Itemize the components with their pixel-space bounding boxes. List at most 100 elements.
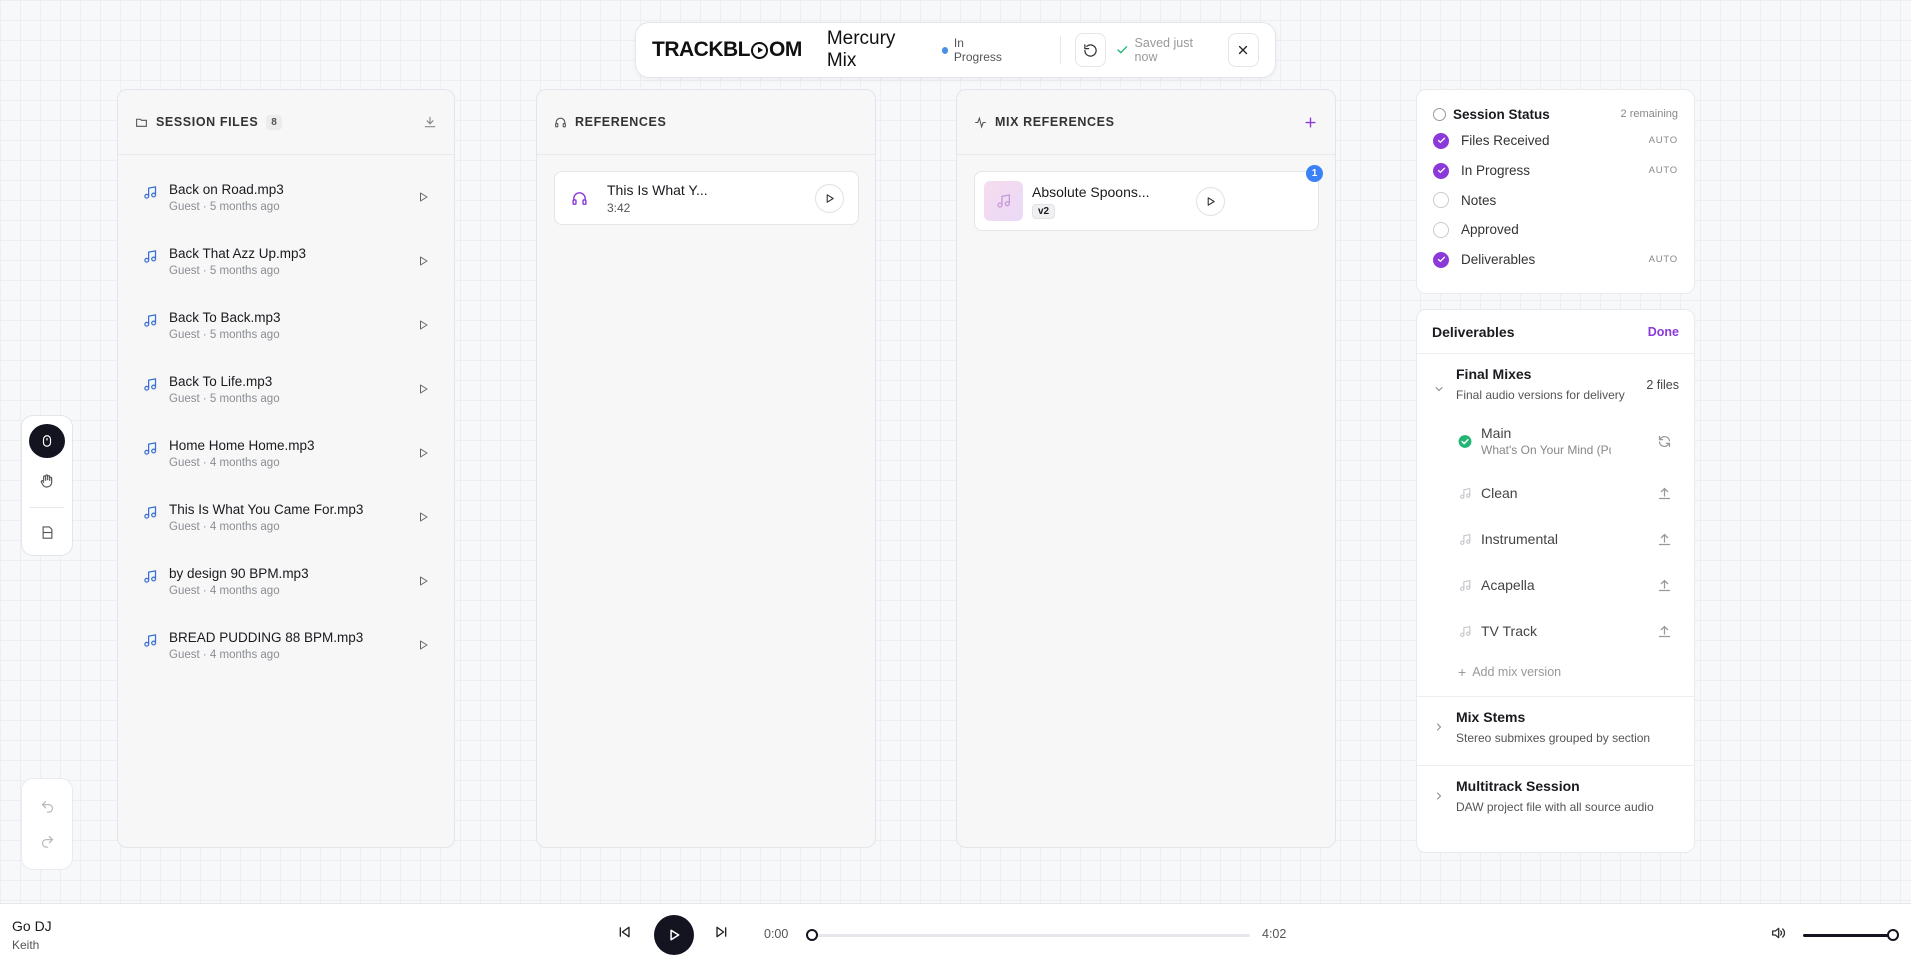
next-track-button[interactable] — [713, 924, 729, 940]
session-file-row[interactable]: Back on Road.mp3 Guest · 5 months ago — [118, 165, 454, 229]
logo-play-icon — [750, 41, 768, 59]
status-item[interactable]: Notes — [1433, 185, 1678, 215]
file-name: Back To Back.mp3 — [169, 309, 281, 325]
reference-card[interactable]: This Is What Y... 3:42 — [554, 171, 859, 225]
now-playing-artist: Keith — [12, 938, 40, 952]
comment-count-badge: 1 — [1306, 165, 1323, 182]
checkbox-empty-icon[interactable] — [1433, 192, 1449, 209]
final-mixes-group[interactable]: Final Mixes Final audio versions for del… — [1417, 354, 1694, 402]
chevron-down-icon — [1435, 387, 1443, 392]
mix-version-row[interactable]: TV Track — [1417, 608, 1694, 654]
select-tool-button[interactable] — [29, 424, 65, 459]
session-file-row[interactable]: Home Home Home.mp3 Guest · 4 months ago — [118, 421, 454, 485]
play-file-button[interactable] — [417, 319, 429, 331]
redo-icon[interactable] — [40, 834, 55, 849]
session-file-row[interactable]: by design 90 BPM.mp3 Guest · 4 months ago — [118, 549, 454, 613]
status-dot-icon — [941, 46, 948, 54]
play-file-button[interactable] — [417, 511, 429, 523]
volume-slider[interactable] — [1803, 934, 1893, 937]
refresh-icon — [1658, 435, 1671, 447]
play-file-button[interactable] — [417, 575, 429, 587]
mix-stems-title: Mix Stems — [1456, 709, 1526, 725]
replace-file-button[interactable] — [1657, 434, 1672, 449]
play-file-button[interactable] — [417, 383, 429, 395]
undo-icon[interactable] — [40, 799, 55, 814]
mix-version-row[interactable]: Acapella — [1417, 562, 1694, 608]
mix-version-row[interactable]: Clean — [1417, 470, 1694, 516]
column-title: SESSION FILES — [156, 115, 259, 129]
session-file-row[interactable]: Back To Life.mp3 Guest · 5 months ago — [118, 357, 454, 421]
status-label: Notes — [1461, 192, 1497, 208]
plus-icon: + — [1458, 664, 1467, 680]
chevron-right-icon — [1437, 723, 1442, 731]
file-tool-button[interactable] — [29, 516, 65, 550]
upload-button[interactable] — [1657, 486, 1672, 501]
saved-indicator: Saved just now — [1116, 36, 1212, 64]
mix-version-name: Instrumental — [1481, 531, 1559, 547]
volume-handle[interactable] — [1887, 929, 1899, 941]
previous-track-button[interactable] — [617, 924, 633, 940]
audio-player-bar: Go DJ Keith 0:00 4:02 — [0, 903, 1911, 961]
status-item[interactable]: Files Received AUTO — [1433, 126, 1678, 156]
play-icon — [420, 192, 428, 202]
column-title: REFERENCES — [575, 115, 667, 129]
reference-title: This Is What Y... — [607, 181, 708, 198]
play-file-button[interactable] — [417, 447, 429, 459]
multitrack-session-group[interactable]: Multitrack Session DAW project file with… — [1417, 765, 1694, 834]
mix-reference-card[interactable]: Absolute Spoons... v2 1 — [974, 165, 1323, 231]
volume-button[interactable] — [1770, 925, 1786, 941]
file-meta: Guest · 5 months ago — [169, 200, 280, 213]
pan-tool-button[interactable] — [29, 463, 65, 497]
file-meta: Guest · 4 months ago — [169, 520, 280, 533]
done-button[interactable]: Done — [1648, 325, 1679, 339]
upload-button[interactable] — [1657, 624, 1672, 639]
upload-button[interactable] — [1657, 578, 1672, 593]
download-all-button[interactable] — [423, 115, 437, 129]
reference-duration: 3:42 — [607, 200, 631, 215]
final-mixes-title: Final Mixes — [1456, 366, 1532, 382]
activity-icon — [975, 115, 986, 129]
upload-button[interactable] — [1657, 532, 1672, 547]
checkbox-empty-icon[interactable] — [1433, 221, 1449, 238]
session-file-row[interactable]: BREAD PUDDING 88 BPM.mp3 Guest · 4 months… — [118, 613, 454, 677]
play-file-button[interactable] — [417, 639, 429, 651]
mix-version-main[interactable]: Main What's On Your Mind (Pur... — [1417, 412, 1694, 470]
play-file-button[interactable] — [417, 191, 429, 203]
file-name: BREAD PUDDING 88 BPM.mp3 — [169, 629, 364, 645]
session-file-row[interactable]: This Is What You Came For.mp3 Guest · 4 m… — [118, 485, 454, 549]
session-file-row[interactable]: Back To Back.mp3 Guest · 5 months ago — [118, 293, 454, 357]
play-icon — [420, 256, 428, 266]
checkbox-checked-icon[interactable] — [1433, 251, 1449, 268]
music-note-icon — [1459, 579, 1470, 591]
mix-stems-group[interactable]: Mix Stems Stereo submixes grouped by sec… — [1417, 696, 1694, 765]
play-reference-button[interactable] — [815, 183, 844, 213]
add-mix-version-button[interactable]: + Add mix version — [1417, 654, 1694, 684]
play-icon — [670, 929, 680, 941]
play-icon — [420, 320, 428, 330]
seek-bar[interactable] — [808, 934, 1250, 937]
play-pause-button[interactable] — [654, 915, 694, 955]
mix-version-row[interactable]: Instrumental — [1417, 516, 1694, 562]
play-mix-reference-button[interactable] — [1196, 186, 1225, 216]
column-title: MIX REFERENCES — [995, 115, 1115, 129]
music-note-icon — [144, 185, 157, 199]
session-file-row[interactable]: Back That Azz Up.mp3 Guest · 5 months ago — [118, 229, 454, 293]
add-mix-reference-button[interactable] — [1303, 115, 1318, 130]
upload-icon — [1658, 625, 1671, 637]
status-item[interactable]: Deliverables AUTO — [1433, 245, 1678, 275]
trackbloom-logo[interactable]: TRACKBL OM — [652, 38, 802, 62]
session-status-card: Session Status 2 remaining Files Receive… — [1416, 89, 1695, 294]
headphones-icon — [572, 191, 587, 205]
references-header: REFERENCES — [537, 90, 875, 155]
checkbox-checked-icon[interactable] — [1433, 132, 1449, 149]
revert-button[interactable] — [1074, 33, 1106, 67]
session-files-header: SESSION FILES 8 — [118, 90, 454, 155]
checkbox-checked-icon[interactable] — [1433, 162, 1449, 179]
seek-handle[interactable] — [806, 929, 818, 941]
session-status-title: Session Status — [1453, 106, 1550, 122]
play-file-button[interactable] — [417, 255, 429, 267]
file-name: by design 90 BPM.mp3 — [169, 565, 309, 581]
status-item[interactable]: Approved — [1433, 215, 1678, 245]
close-button[interactable] — [1227, 33, 1260, 67]
status-item[interactable]: In Progress AUTO — [1433, 156, 1678, 186]
